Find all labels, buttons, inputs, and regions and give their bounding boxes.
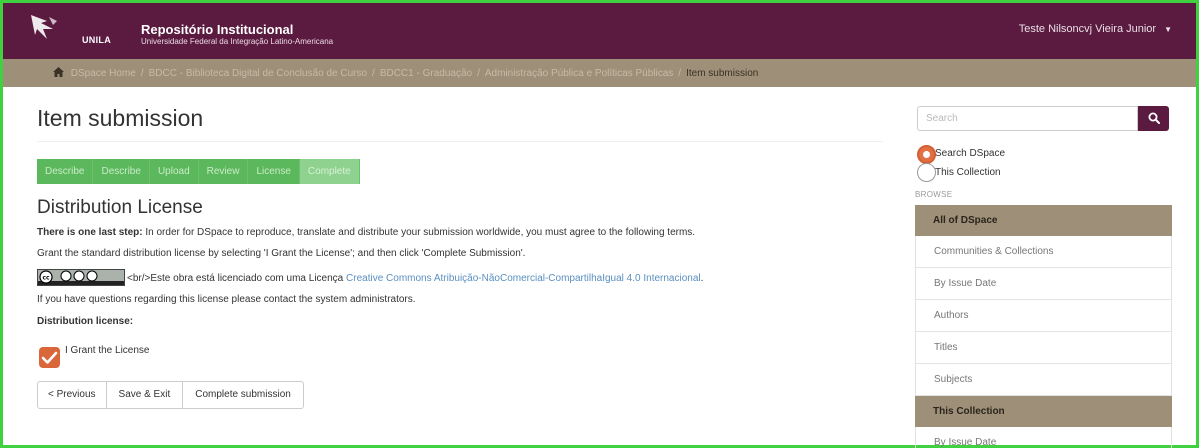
previous-button[interactable]: < Previous — [37, 381, 107, 409]
grant-license-row: I Grant the License — [37, 341, 887, 371]
step-review[interactable]: Review — [198, 159, 249, 184]
browse-list: All of DSpace Communities & Collections … — [915, 205, 1172, 448]
intro-strong: There is one last step: — [37, 227, 143, 238]
browse-authors[interactable]: Authors — [915, 300, 1172, 332]
distribution-license-label: Distribution license: — [37, 316, 134, 327]
breadcrumb-link-home[interactable]: DSpace Home — [71, 68, 136, 79]
contact-text: If you have questions regarding this lic… — [37, 294, 416, 305]
breadcrumb-link-bdcc[interactable]: BDCC - Biblioteca Digital de Conclusão d… — [149, 68, 367, 79]
breadcrumb-separator: / — [140, 68, 144, 79]
intro-paragraph: There is one last step: In order for DSp… — [37, 225, 885, 240]
page-title: Item submission — [37, 105, 883, 142]
browse-collection-issue-date[interactable]: By Issue Date — [915, 427, 1172, 448]
search-icon — [1148, 112, 1160, 124]
submission-buttons: < Previous Save & Exit Complete submissi… — [37, 381, 887, 409]
step-upload[interactable]: Upload — [149, 159, 199, 184]
breadcrumb-link-collection[interactable]: Administração Pública e Políticas Públic… — [485, 68, 673, 79]
site-title[interactable]: Repositório Institucional — [141, 22, 293, 37]
cc-license-link[interactable]: Creative Commons Atribuição-NãoComercial… — [346, 273, 701, 284]
browse-communities[interactable]: Communities & Collections — [915, 236, 1172, 268]
section-title: Distribution License — [37, 197, 203, 218]
scope-radio-collection[interactable] — [917, 163, 936, 182]
step-license[interactable]: License — [248, 159, 300, 184]
unila-logo[interactable]: UNILA — [27, 11, 115, 47]
step-describe-2[interactable]: Describe — [93, 159, 150, 184]
caret-down-icon: ▼ — [1164, 25, 1172, 34]
scope-radio-dspace[interactable] — [917, 145, 936, 164]
search-form — [915, 106, 1175, 131]
cc-license-row: cc <br/>Este obra está licenciado com um… — [37, 269, 885, 286]
scope-option-collection: This Collection — [915, 163, 1175, 183]
browse-label: BROWSE — [915, 190, 953, 199]
home-icon — [53, 67, 64, 77]
cc-license-tail: . — [700, 273, 704, 284]
user-menu[interactable]: Teste Nilsoncvj Vieira Junior ▼ — [1019, 23, 1172, 35]
cc-license-badge-icon[interactable]: cc — [37, 269, 125, 286]
scope-label-dspace[interactable]: Search DSpace — [935, 148, 1005, 159]
browse-heading-all: All of DSpace — [915, 205, 1172, 236]
checkmark-icon — [41, 351, 58, 364]
scope-label-collection[interactable]: This Collection — [935, 167, 1001, 178]
grant-license-label[interactable]: I Grant the License — [65, 345, 150, 356]
save-exit-button[interactable]: Save & Exit — [105, 381, 184, 409]
site-subtitle: Universidade Federal da Integração Latin… — [141, 37, 334, 46]
scope-option-dspace: Search DSpace — [915, 145, 1175, 164]
submission-progress: Describe Describe Upload Review License … — [37, 159, 887, 184]
search-button[interactable] — [1138, 106, 1169, 131]
browse-titles[interactable]: Titles — [915, 332, 1172, 364]
intro-text: In order for DSpace to reproduce, transl… — [142, 227, 696, 238]
breadcrumb-link-bdcc1[interactable]: BDCC1 - Graduação — [380, 68, 472, 79]
breadcrumb-separator: / — [372, 68, 375, 79]
browse-issue-date[interactable]: By Issue Date — [915, 268, 1172, 300]
top-navbar: UNILA Repositório Institucional Universi… — [3, 3, 1196, 59]
svg-text:cc: cc — [42, 275, 50, 282]
grant-license-checkbox[interactable] — [39, 347, 60, 368]
step-describe-1[interactable]: Describe — [37, 159, 94, 184]
grant-instructions: Grant the standard distribution license … — [37, 248, 526, 259]
complete-submission-button[interactable]: Complete submission — [182, 381, 304, 409]
search-input[interactable] — [917, 106, 1138, 131]
breadcrumb: DSpace Home / BDCC - Biblioteca Digital de… — [3, 59, 1196, 87]
breadcrumb-separator: / — [678, 68, 682, 79]
browse-heading-collection: This Collection — [915, 396, 1172, 427]
step-complete: Complete — [299, 159, 360, 184]
logo-text: UNILA — [82, 35, 111, 45]
sidebar: Search DSpace This Collection BROWSE All… — [915, 87, 1175, 448]
browse-subjects[interactable]: Subjects — [915, 364, 1172, 396]
user-name: Teste Nilsoncvj Vieira Junior — [1018, 23, 1157, 35]
cc-license-text: <br/>Este obra está licenciado com uma L… — [127, 273, 347, 284]
main-content: Item submission Describe Describe Upload… — [37, 87, 887, 409]
breadcrumb-current: Item submission — [686, 68, 759, 79]
breadcrumb-separator: / — [477, 68, 480, 79]
